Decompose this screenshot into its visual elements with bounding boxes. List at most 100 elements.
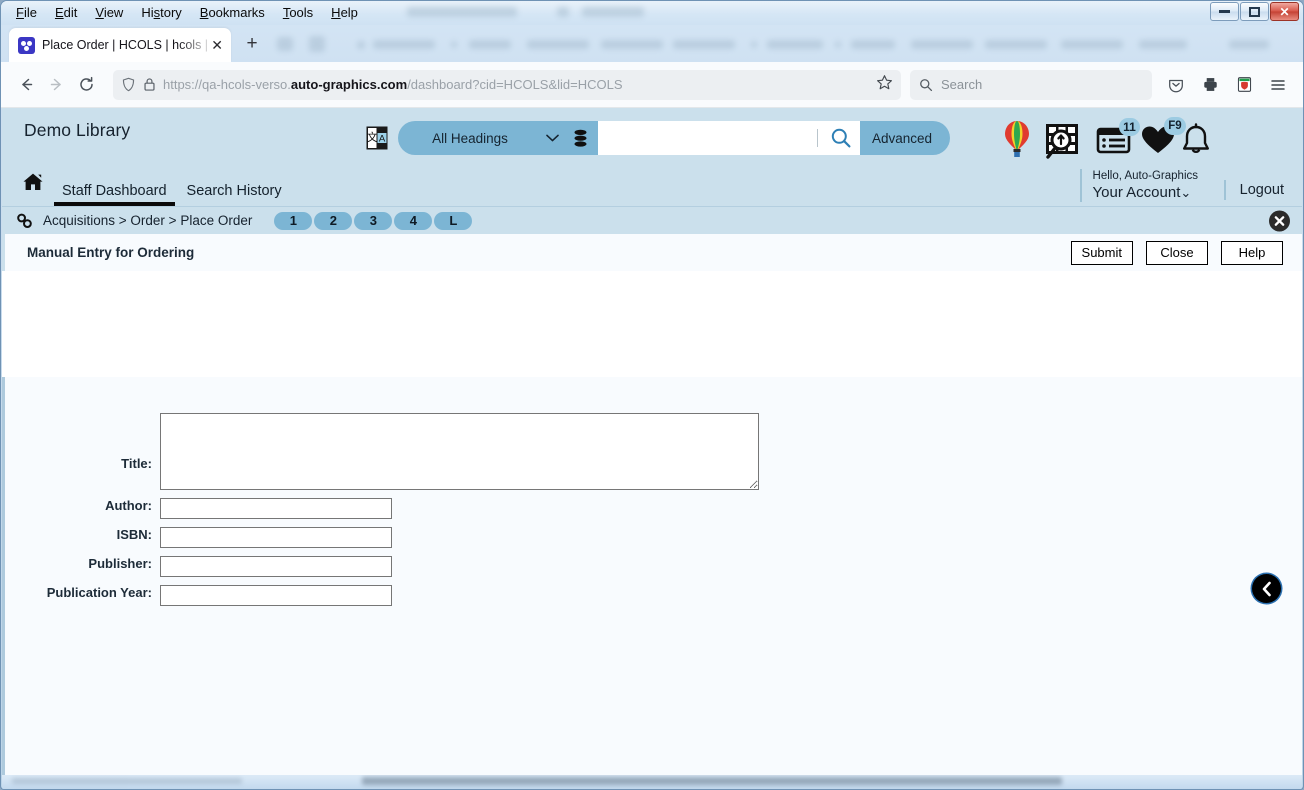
field-row-isbn: ISBN: — [5, 527, 765, 548]
site-search-input[interactable] — [598, 130, 817, 145]
url-bar[interactable]: https://qa-hcols-verso.auto-graphics.com… — [113, 69, 901, 100]
status-blurred-text — [362, 777, 1062, 785]
title-field[interactable] — [160, 413, 759, 490]
browser-search-bar[interactable]: Search — [910, 69, 1152, 100]
publisher-label: Publisher: — [88, 556, 152, 571]
reload-icon[interactable] — [71, 70, 101, 100]
library-name: Demo Library — [24, 120, 131, 140]
menu-edit[interactable]: Edit — [46, 3, 86, 23]
chevron-down-icon — [546, 131, 559, 145]
close-icon[interactable]: ✕ — [209, 38, 225, 52]
save-to-pocket-icon[interactable] — [1161, 70, 1191, 100]
film-search-icon[interactable] — [1042, 119, 1082, 166]
nav-tab-staff-dashboard[interactable]: Staff Dashboard — [54, 183, 175, 206]
logout-link[interactable]: Logout — [1240, 180, 1284, 200]
shield-icon — [122, 77, 135, 92]
publication-year-field[interactable] — [160, 585, 392, 606]
submit-button[interactable]: Submit — [1070, 240, 1133, 265]
page-content: Demo Library 文 A All Headings Advanced 1… — [2, 108, 1302, 775]
database-icon[interactable] — [572, 129, 588, 148]
site-search-input-wrapper[interactable] — [598, 121, 860, 155]
forward-icon[interactable] — [41, 70, 71, 100]
account-block: Hello, Auto-Graphics Your Account⌄ — [1079, 169, 1198, 202]
step-pill-4[interactable]: 4 — [394, 211, 433, 230]
heart-badge: F9 — [1164, 117, 1186, 135]
field-row-publication-year: Publication Year: — [5, 585, 765, 606]
bookmark-star-icon[interactable] — [876, 74, 893, 96]
headings-dropdown[interactable]: All Headings — [398, 121, 598, 155]
form-body: Title: Author: ISBN: Publisher: Publicat — [2, 377, 1302, 775]
close-button[interactable]: Close — [1146, 240, 1208, 265]
close-panel-button[interactable] — [1269, 210, 1290, 231]
list-icon[interactable]: 11 — [1096, 118, 1140, 161]
field-row-publisher: Publisher: — [5, 556, 765, 577]
browser-tab[interactable]: Place Order | HCOLS | hcols | Au ✕ — [9, 28, 231, 62]
your-account-dropdown[interactable]: Your Account⌄ — [1093, 183, 1198, 202]
navigation-bar: https://qa-hcols-verso.auto-graphics.com… — [1, 62, 1303, 108]
heart-icon[interactable]: F9 — [1140, 117, 1186, 161]
back-icon[interactable] — [11, 70, 41, 100]
site-search-bar: 文 A All Headings Advanced — [364, 121, 951, 155]
list-badge: 11 — [1119, 118, 1140, 136]
site-header: Demo Library 文 A All Headings Advanced 1… — [2, 108, 1302, 206]
balloon-icon[interactable] — [1000, 118, 1034, 167]
home-icon[interactable] — [22, 172, 44, 197]
menu-help[interactable]: Help — [322, 3, 367, 23]
minimize-button[interactable] — [1210, 2, 1239, 21]
menu-file[interactable]: File — [7, 3, 46, 23]
logout-block: Logout — [1223, 180, 1284, 200]
greeting-text: Hello, Auto-Graphics — [1092, 170, 1198, 182]
publication-year-label: Publication Year: — [46, 585, 152, 600]
svg-text:A: A — [378, 134, 385, 145]
isbn-field[interactable] — [160, 527, 392, 548]
title-bar: File Edit View History Bookmarks Tools H… — [1, 1, 1303, 25]
extension-icon[interactable] — [1229, 70, 1259, 100]
menu-bookmarks[interactable]: Bookmarks — [191, 3, 274, 23]
step-pill-1[interactable]: 1 — [274, 211, 313, 230]
step-pill-2[interactable]: 2 — [314, 211, 353, 230]
step-pill-3[interactable]: 3 — [354, 211, 393, 230]
new-tab-button[interactable]: + — [241, 34, 263, 56]
status-strip — [2, 775, 1302, 789]
menu-view[interactable]: View — [86, 3, 132, 23]
site-nav-row: Staff Dashboard Search History — [2, 170, 294, 206]
lock-icon — [144, 78, 155, 91]
step-pill-L[interactable]: L — [434, 211, 473, 230]
navbar-right-icons — [1161, 70, 1293, 100]
header-icon-group: 11 F9 — [1000, 117, 1212, 167]
browser-window: File Edit View History Bookmarks Tools H… — [0, 0, 1304, 790]
help-button[interactable]: Help — [1221, 240, 1283, 265]
advanced-search-button[interactable]: Advanced — [860, 121, 951, 155]
chevron-down-icon: ⌄ — [1180, 185, 1192, 200]
menu-history[interactable]: History — [132, 3, 190, 23]
chain-link-icon — [16, 213, 34, 229]
breadcrumb-path[interactable]: Acquisitions > Order > Place Order — [43, 213, 252, 228]
app-menu-icon[interactable] — [1263, 70, 1293, 100]
nav-tab-search-history[interactable]: Search History — [179, 183, 290, 206]
close-window-button[interactable]: ✕ — [1270, 2, 1299, 21]
breadcrumb-bar: Acquisitions > Order > Place Order 1 2 3… — [2, 206, 1302, 234]
search-icon[interactable] — [826, 127, 856, 149]
page-title: Manual Entry for Ordering — [27, 245, 195, 260]
restore-button[interactable] — [1240, 2, 1269, 21]
author-field[interactable] — [160, 498, 392, 519]
url-text: https://qa-hcols-verso.auto-graphics.com… — [163, 76, 623, 92]
publisher-field[interactable] — [160, 556, 392, 577]
form-toolbar: Manual Entry for Ordering Submit Close H… — [2, 234, 1302, 271]
back-arrow-button[interactable] — [1252, 574, 1281, 603]
print-icon[interactable] — [1195, 70, 1225, 100]
manual-entry-form: Title: Author: ISBN: Publisher: Publicat — [5, 413, 765, 614]
field-row-title: Title: — [5, 413, 765, 490]
hcols-favicon — [18, 36, 35, 54]
translate-icon[interactable]: 文 A — [364, 125, 389, 151]
tab-strip: Place Order | HCOLS | hcols | Au ✕ + — [1, 25, 1303, 62]
svg-text:文: 文 — [366, 130, 377, 144]
toolbar-buttons: Submit Close Help — [1070, 240, 1283, 265]
tab-title: Place Order | HCOLS | hcols | Au — [42, 38, 210, 52]
bookmarks-bar-blurred — [269, 25, 1303, 62]
status-blurred-left — [12, 778, 242, 784]
window-controls: ✕ — [1210, 2, 1299, 24]
menu-tools[interactable]: Tools — [274, 3, 322, 23]
titlebar-blurred-area — [367, 1, 1210, 25]
field-row-author: Author: — [5, 498, 765, 519]
